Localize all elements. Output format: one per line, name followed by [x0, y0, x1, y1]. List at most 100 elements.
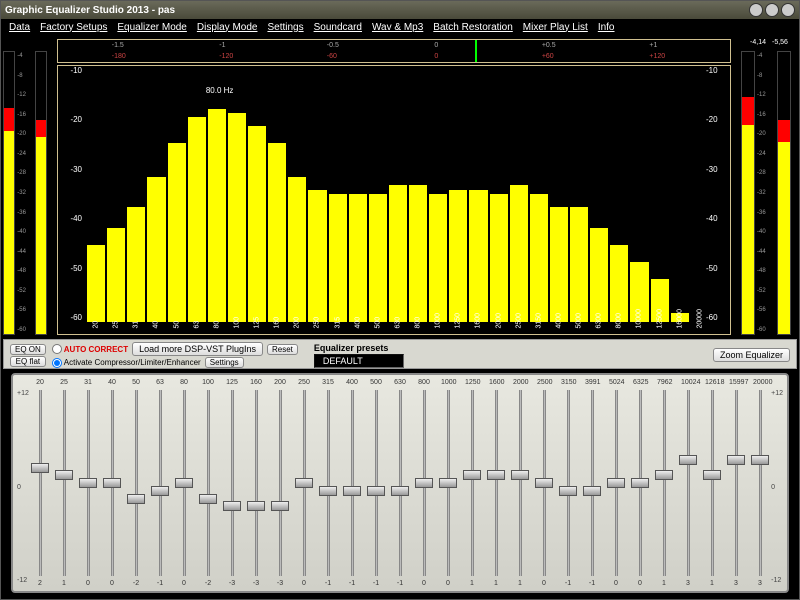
spectrum-bar: 315 [329, 194, 347, 322]
menu-factory-setups[interactable]: Factory Setups [40, 22, 107, 33]
spectrum-bar: 800 [409, 185, 427, 322]
app-window: Graphic Equalizer Studio 2013 - pas Data… [0, 0, 800, 600]
eq-slider-1600[interactable] [489, 390, 503, 576]
maximize-icon[interactable] [765, 3, 779, 17]
ruler-marker[interactable] [475, 40, 477, 62]
eq-slider-5024[interactable] [609, 390, 623, 576]
reset-button[interactable]: Reset [267, 344, 298, 355]
menu-settings[interactable]: Settings [267, 22, 303, 33]
main-row: -4-8-12-16-20-24-28-32-36-40-44-48-52-56… [1, 35, 799, 339]
eq-slider-3991[interactable] [585, 390, 599, 576]
eq-slider-15997[interactable] [729, 390, 743, 576]
zoom-button[interactable]: Zoom Equalizer [713, 348, 790, 362]
menu-data[interactable]: Data [9, 22, 30, 33]
eq-on-button[interactable]: EQ ON [10, 344, 46, 355]
eq-slider-630[interactable] [393, 390, 407, 576]
spectrum-bar: 3150 [530, 194, 548, 322]
eq-slider-25[interactable] [57, 390, 71, 576]
eq-slider-800[interactable] [417, 390, 431, 576]
eq-slider-125[interactable] [225, 390, 239, 576]
eq-slider-12618[interactable] [705, 390, 719, 576]
peak-r: -5,56 [772, 39, 788, 51]
spectrum-bar: 63 [188, 117, 206, 322]
spectrum-bar: 100 [228, 113, 246, 322]
spectrum-bar: 6300 [590, 228, 608, 322]
auto-correct-radio[interactable]: AUTO CORRECT [52, 344, 128, 354]
spectrum-bar: 500 [369, 194, 387, 322]
peak-l: -4,14 [750, 39, 766, 51]
eq-slider-2000[interactable] [513, 390, 527, 576]
eq-slider-63[interactable] [153, 390, 167, 576]
menu-soundcard[interactable]: Soundcard [314, 22, 362, 33]
spectrum-bar: 16000 [671, 313, 689, 322]
eq-slider-1000[interactable] [441, 390, 455, 576]
menu-batch-restoration[interactable]: Batch Restoration [433, 22, 513, 33]
spectrum-bar: 250 [308, 190, 326, 322]
spectrum-bar: 10000 [630, 262, 648, 322]
spectrum-bar: 160 [268, 143, 286, 322]
eq-slider-250[interactable] [297, 390, 311, 576]
spectrum-bar: 5000 [570, 207, 588, 322]
close-icon[interactable] [781, 3, 795, 17]
eq-slider-20000[interactable] [753, 390, 767, 576]
output-meter: -4,14 -5,56 -4-8-12-16-20-24-28-32-36-40… [739, 35, 799, 339]
meter-r [35, 51, 47, 335]
eq-slider-1250[interactable] [465, 390, 479, 576]
eq-slider-6325[interactable] [633, 390, 647, 576]
menu-mixer-play-list[interactable]: Mixer Play List [523, 22, 588, 33]
control-panel: EQ ON EQ flat AUTO CORRECT Load more DSP… [3, 339, 797, 369]
eq-slider-10024[interactable] [681, 390, 695, 576]
titlebar[interactable]: Graphic Equalizer Studio 2013 - pas [1, 1, 799, 19]
spectrum-bar: 31 [127, 207, 145, 322]
minimize-icon[interactable] [749, 3, 763, 17]
spectrum-bar: 25 [107, 228, 125, 322]
meter-l [3, 51, 15, 335]
menubar: Data Factory Setups Equalizer Mode Display … [1, 19, 799, 35]
input-meter: -4-8-12-16-20-24-28-32-36-40-44-48-52-56… [1, 35, 49, 339]
menu-info[interactable]: Info [598, 22, 615, 33]
load-plugins-button[interactable]: Load more DSP-VST PlugIns [132, 342, 263, 356]
out-meter-l [741, 51, 755, 335]
spectrum-bar: 1250 [449, 190, 467, 322]
window-controls [749, 3, 795, 17]
eq-slider-200[interactable] [273, 390, 287, 576]
eq-slider-400[interactable] [345, 390, 359, 576]
eq-slider-315[interactable] [321, 390, 335, 576]
eq-slider-500[interactable] [369, 390, 383, 576]
menu-equalizer-mode[interactable]: Equalizer Mode [117, 22, 186, 33]
spectrum-bar: 2000 [490, 194, 508, 322]
eq-flat-button[interactable]: EQ flat [10, 356, 46, 367]
eq-slider-20[interactable] [33, 390, 47, 576]
spectrum-bar: 20 [87, 245, 105, 322]
spectrum-bar: 40 [147, 177, 165, 322]
spectrum-bar: 2500 [510, 185, 528, 322]
spectrum-chart: -10-20-30-40-50-60 -10-20-30-40-50-60 80… [57, 65, 731, 335]
menu-display-mode[interactable]: Display Mode [197, 22, 258, 33]
balance-ruler[interactable]: -1.5-1-0.50+0.5+1-180-120-600+60+120 [57, 39, 731, 63]
eq-sliders: 2025314050638010012516020025031540050063… [11, 373, 789, 593]
preset-label: Equalizer presets [314, 343, 404, 353]
eq-slider-160[interactable] [249, 390, 263, 576]
settings-button[interactable]: Settings [205, 357, 244, 368]
spectrum-bar: 1600 [469, 190, 487, 322]
activate-radio[interactable]: Activate Compressor/Limiter/Enhancer [52, 358, 201, 368]
spectrum-bar: 12500 [651, 279, 669, 322]
eq-slider-80[interactable] [177, 390, 191, 576]
menu-wav-&-mp3[interactable]: Wav & Mp3 [372, 22, 423, 33]
spectrum-bar: 8000 [610, 245, 628, 322]
spectrum-bar: 630 [389, 185, 407, 322]
eq-slider-7962[interactable] [657, 390, 671, 576]
eq-slider-100[interactable] [201, 390, 215, 576]
eq-slider-31[interactable] [81, 390, 95, 576]
spectrum-bar: 125 [248, 126, 266, 322]
eq-slider-3150[interactable] [561, 390, 575, 576]
spectrum-bar: 1000 [429, 194, 447, 322]
spectrum-bar: 200 [288, 177, 306, 322]
eq-slider-2500[interactable] [537, 390, 551, 576]
eq-slider-40[interactable] [105, 390, 119, 576]
spectrum-bar: 400 [349, 194, 367, 322]
spectrum-area: -1.5-1-0.50+0.5+1-180-120-600+60+120 -10… [49, 35, 739, 339]
preset-select[interactable]: DEFAULT [314, 354, 404, 368]
title-text: Graphic Equalizer Studio 2013 - pas [5, 5, 175, 16]
eq-slider-50[interactable] [129, 390, 143, 576]
